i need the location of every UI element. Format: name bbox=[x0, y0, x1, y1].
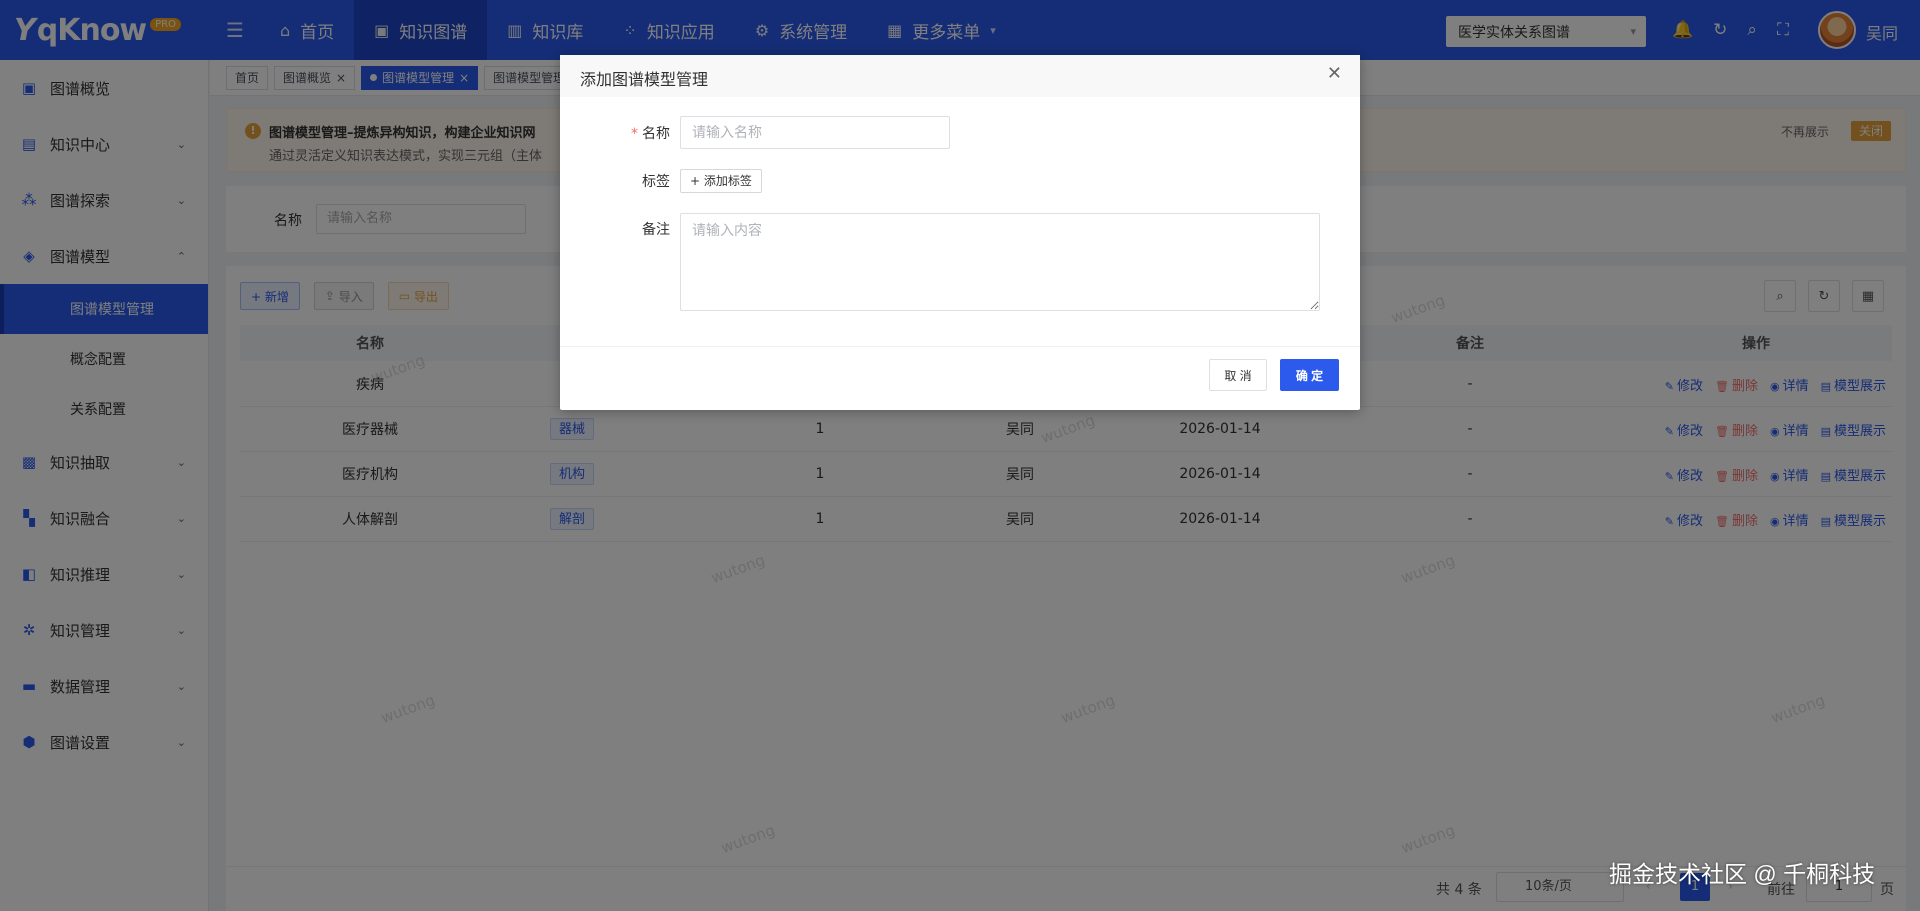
dialog-header: 添加图谱模型管理 ✕ bbox=[560, 55, 1360, 97]
remark-textarea[interactable] bbox=[680, 213, 1320, 311]
remark-label: 备注 bbox=[642, 222, 670, 238]
add-tag-button[interactable]: + 添加标签 bbox=[680, 169, 762, 193]
add-model-dialog: 添加图谱模型管理 ✕ *名称 标签 + 添加标签 备注 取 消 确 定 bbox=[560, 55, 1360, 410]
confirm-button[interactable]: 确 定 bbox=[1280, 359, 1339, 391]
dialog-footer: 取 消 确 定 bbox=[560, 346, 1360, 410]
required-asterisk: * bbox=[631, 126, 638, 142]
dialog-title: 添加图谱模型管理 bbox=[580, 70, 709, 89]
name-label: * 名称 bbox=[631, 126, 670, 142]
tag-label: 标签 bbox=[642, 174, 670, 190]
source-watermark: 掘金技术社区 @ 千桐科技 bbox=[1609, 861, 1876, 887]
cancel-button[interactable]: 取 消 bbox=[1209, 359, 1267, 391]
name-input[interactable] bbox=[680, 116, 950, 149]
close-icon[interactable]: ✕ bbox=[1327, 63, 1342, 84]
